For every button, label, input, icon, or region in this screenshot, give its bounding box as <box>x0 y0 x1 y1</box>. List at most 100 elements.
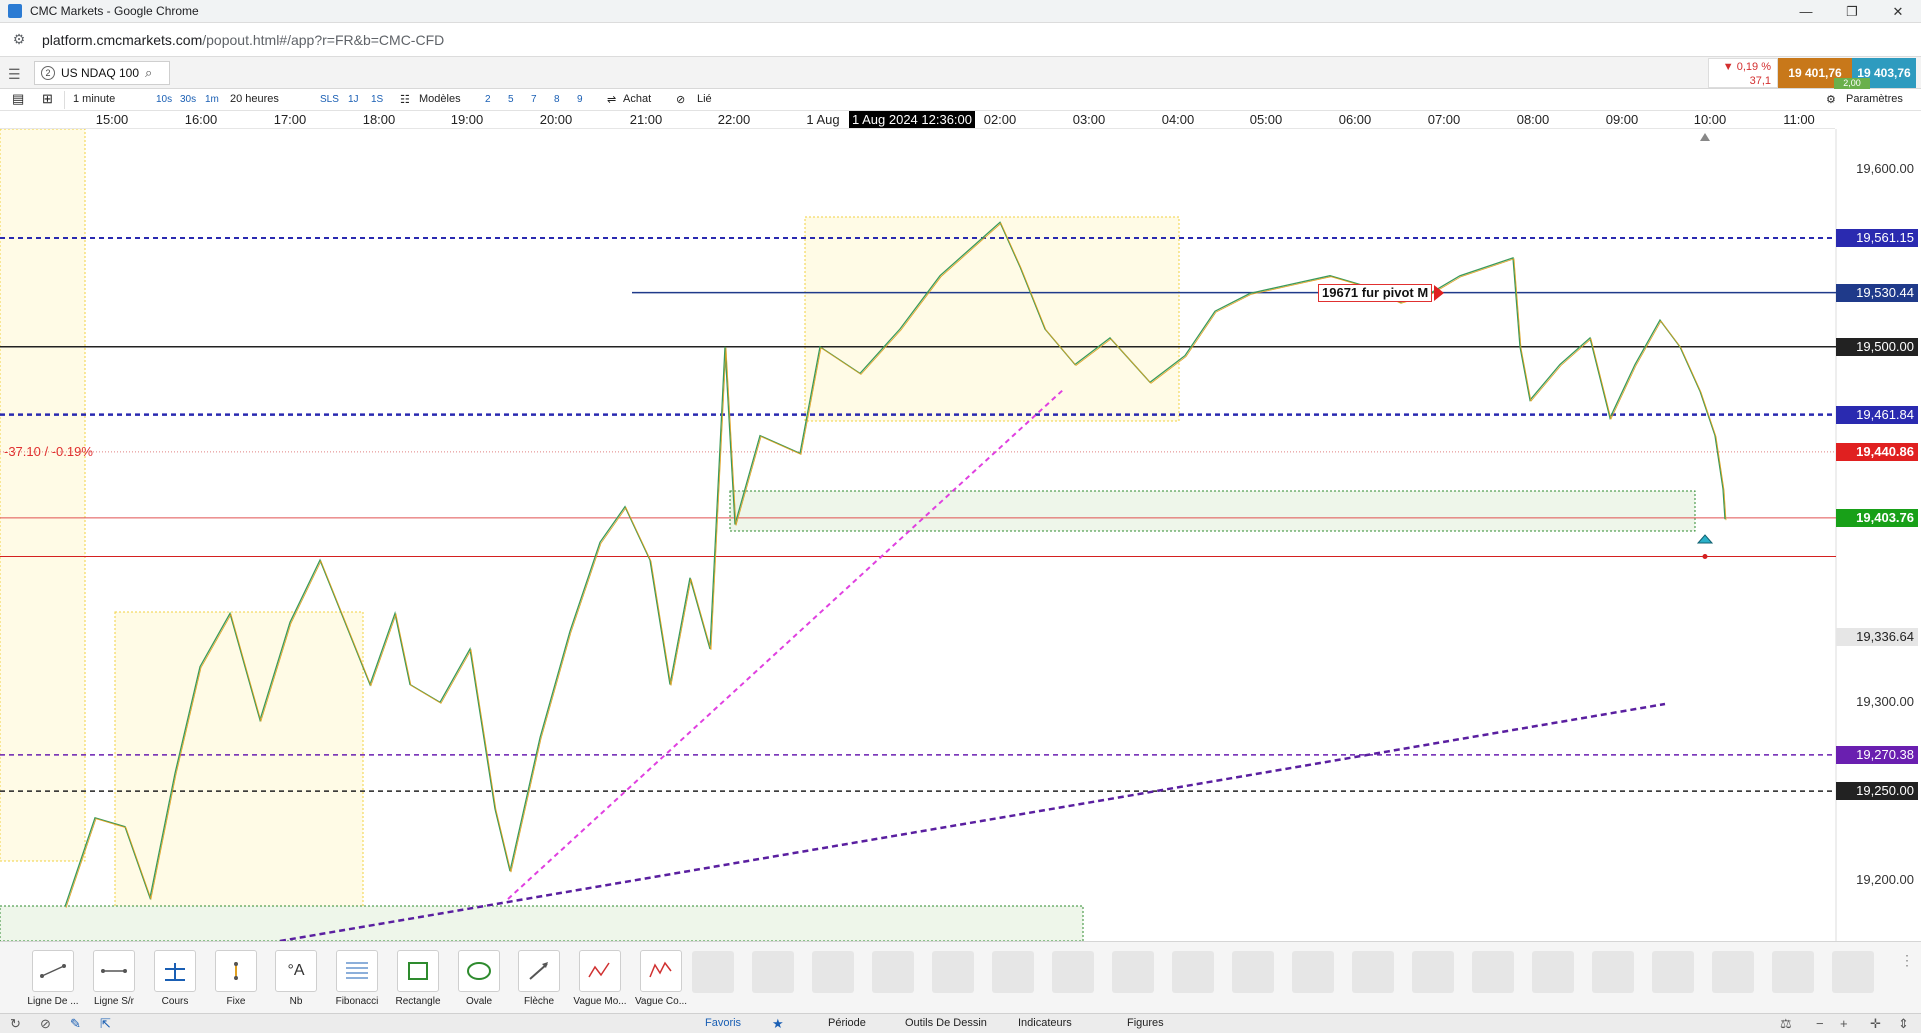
linked-toggle[interactable]: Lié <box>697 93 712 105</box>
scale-icon[interactable]: ⚖ <box>1780 1016 1792 1032</box>
preset-2[interactable]: 2 <box>485 94 491 105</box>
tool-oval[interactable]: Ovale <box>452 950 506 1007</box>
buy-toggle[interactable]: Achat <box>623 93 651 105</box>
tool-fixed[interactable]: Fixe <box>209 950 263 1007</box>
instrument-tab[interactable]: 2 US NDAQ 100 ⌕ <box>34 61 170 85</box>
price-icon[interactable] <box>154 950 196 992</box>
empty-tool-slot[interactable] <box>1592 951 1634 993</box>
refresh-icon[interactable]: ↻ <box>10 1016 21 1032</box>
range-select[interactable]: 20 heures <box>230 93 279 105</box>
tab-outils[interactable]: Outils De Dessin <box>905 1017 987 1029</box>
empty-tool-slot[interactable] <box>872 951 914 993</box>
preset-8[interactable]: 8 <box>554 94 560 105</box>
tool-label: Nb <box>289 996 303 1007</box>
crosshair-icon[interactable]: ✛ <box>1870 1016 1881 1032</box>
wave-icon[interactable] <box>579 950 621 992</box>
arrow-icon[interactable] <box>518 950 560 992</box>
panel-grip-icon[interactable]: ⋮ <box>1900 952 1914 969</box>
empty-tool-slot[interactable] <box>1532 951 1574 993</box>
wave2-icon[interactable] <box>640 950 682 992</box>
tool-price[interactable]: Cours <box>148 950 202 1007</box>
chart-canvas[interactable] <box>0 129 1921 941</box>
empty-tool-slot[interactable] <box>692 951 734 993</box>
empty-tool-slot[interactable] <box>932 951 974 993</box>
tool-text[interactable]: °A Nb <box>269 950 323 1007</box>
demand-zone-lower <box>0 905 1084 941</box>
link-icon[interactable]: ⊘ <box>676 93 685 106</box>
preset-9[interactable]: 9 <box>577 94 583 105</box>
empty-tool-slot[interactable] <box>752 951 794 993</box>
interval-10s[interactable]: 10s <box>156 94 172 105</box>
tab-number-badge: 2 <box>41 66 55 80</box>
range-1s[interactable]: 1S <box>371 94 383 105</box>
tool-fibonacci[interactable]: Fibonacci <box>330 950 384 1007</box>
models-icon[interactable]: ☷ <box>400 93 410 106</box>
settings-button[interactable]: Paramètres <box>1846 93 1903 105</box>
empty-tool-slot[interactable] <box>1472 951 1514 993</box>
demand-zone-upper <box>729 490 1696 532</box>
time-label: 02:00 <box>983 112 1017 127</box>
interval-1m[interactable]: 1m <box>205 94 219 105</box>
tool-sr-line[interactable]: Ligne S/r <box>87 950 141 1007</box>
models-button[interactable]: Modèles <box>419 93 461 105</box>
interval-30s[interactable]: 30s <box>180 94 196 105</box>
empty-tool-slot[interactable] <box>1172 951 1214 993</box>
empty-tool-slot[interactable] <box>1832 951 1874 993</box>
cancel-icon[interactable]: ⊘ <box>40 1016 51 1032</box>
empty-tool-slot[interactable] <box>1292 951 1334 993</box>
empty-tool-slot[interactable] <box>992 951 1034 993</box>
pivot-annotation[interactable]: 19671 fur pivot M <box>1318 283 1433 302</box>
star-icon[interactable]: ★ <box>772 1016 784 1032</box>
site-settings-icon[interactable]: ⚙ <box>10 31 28 49</box>
tab-indicateurs[interactable]: Indicateurs <box>1018 1017 1072 1029</box>
search-icon[interactable]: ⌕ <box>145 65 152 81</box>
tab-periode[interactable]: Période <box>828 1017 866 1029</box>
oval-icon[interactable] <box>458 950 500 992</box>
fixed-icon[interactable] <box>215 950 257 992</box>
minimize-icon[interactable]: — <box>1783 0 1829 23</box>
empty-tool-slot[interactable] <box>1112 951 1154 993</box>
trend-line-icon[interactable] <box>32 950 74 992</box>
hamburger-menu-icon[interactable]: ☰ <box>8 66 21 83</box>
empty-tool-slot[interactable] <box>1712 951 1754 993</box>
interval-select[interactable]: 1 minute <box>73 93 115 105</box>
sr-line-icon[interactable] <box>93 950 135 992</box>
rectangle-icon[interactable] <box>397 950 439 992</box>
pencil-icon[interactable]: ✎ <box>70 1016 81 1032</box>
zoom-in-icon[interactable]: + <box>1840 1016 1848 1031</box>
cursor-icon[interactable]: ⇱ <box>100 1016 111 1032</box>
fit-icon[interactable]: ⇕ <box>1898 1016 1909 1032</box>
preset-7[interactable]: 7 <box>531 94 537 105</box>
zoom-out-icon[interactable]: − <box>1816 1016 1824 1031</box>
tool-rectangle[interactable]: Rectangle <box>391 950 445 1007</box>
url-text[interactable]: platform.cmcmarkets.com/popout.html#/app… <box>42 32 444 48</box>
tool-wave[interactable]: Vague Mo... <box>573 950 627 1007</box>
tool-arrow[interactable]: Flèche <box>512 950 566 1007</box>
fibonacci-icon[interactable] <box>336 950 378 992</box>
empty-tool-slot[interactable] <box>1352 951 1394 993</box>
empty-tool-slot[interactable] <box>1232 951 1274 993</box>
price-chart[interactable] <box>0 129 1921 941</box>
range-sls[interactable]: SLS <box>320 94 339 105</box>
close-icon[interactable]: ✕ <box>1875 0 1921 23</box>
tab-figures[interactable]: Figures <box>1127 1017 1164 1029</box>
empty-tool-slot[interactable] <box>1052 951 1094 993</box>
time-label: 22:00 <box>717 112 751 127</box>
settings-gear-icon[interactable]: ⚙ <box>1826 93 1836 106</box>
tool-trend-line[interactable]: Ligne De ... <box>26 950 80 1007</box>
chart-type-icon[interactable]: ▤ <box>12 91 24 107</box>
empty-tool-slot[interactable] <box>1412 951 1454 993</box>
buy-toggle-icon[interactable]: ⇌ <box>607 93 616 106</box>
range-1j[interactable]: 1J <box>348 94 359 105</box>
address-bar[interactable]: ⚙ platform.cmcmarkets.com/popout.html#/a… <box>0 23 1921 57</box>
text-icon[interactable]: °A <box>275 950 317 992</box>
empty-tool-slot[interactable] <box>812 951 854 993</box>
tab-favoris[interactable]: Favoris <box>705 1017 741 1029</box>
tool-label: Fibonacci <box>335 996 379 1007</box>
restore-icon[interactable]: ❐ <box>1829 0 1875 23</box>
empty-tool-slot[interactable] <box>1652 951 1694 993</box>
tool-wave2[interactable]: Vague Co... <box>634 950 688 1007</box>
empty-tool-slot[interactable] <box>1772 951 1814 993</box>
layout-icon[interactable]: ⊞ <box>42 91 53 107</box>
preset-5[interactable]: 5 <box>508 94 514 105</box>
